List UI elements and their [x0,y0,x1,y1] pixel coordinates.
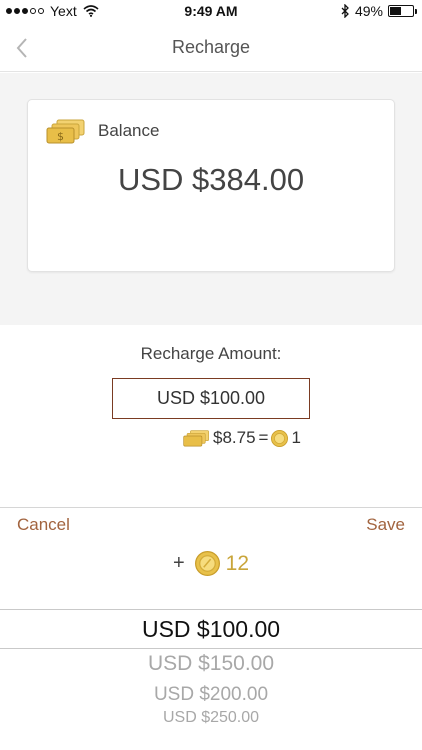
battery-fill [390,7,401,15]
balance-card: $ Balance USD $384.00 [27,99,395,272]
save-button[interactable]: Save [366,515,405,535]
balance-header: $ Balance [46,118,159,144]
picker-toolbar: Cancel Save [0,507,422,541]
recharge-amount-field[interactable]: USD $100.00 [112,378,310,419]
coin-icon [271,429,289,447]
status-right: 49% [341,3,417,19]
cancel-button[interactable]: Cancel [17,515,70,535]
bonus-coins: + 12 [0,551,422,576]
battery-icon [388,5,417,17]
amount-picker[interactable]: USD $100.00 USD $150.00 USD $200.00 USD … [0,609,422,750]
coin-icon [194,551,220,576]
picker-selected-option[interactable]: USD $100.00 [0,609,422,649]
page-title: Recharge [171,37,251,57]
bluetooth-icon [341,4,349,18]
cash-icon: $ [46,119,85,144]
rate-price: $8.75 [213,428,256,447]
picker-option[interactable]: USD $200.00 [0,684,422,706]
battery-percent: 49% [354,3,383,19]
balance-section: $ Balance USD $384.00 [0,73,422,325]
bonus-plus: + [172,552,185,574]
recharge-amount-label: Recharge Amount: [140,344,282,363]
cash-icon [183,430,209,447]
picker-option[interactable]: USD $250.00 [0,709,422,727]
balance-amount: USD $384.00 [117,162,305,197]
exchange-rate: $8.75 = 1 [183,428,301,448]
balance-label: Balance [98,121,160,140]
svg-text:$: $ [57,130,64,143]
rate-equals: = [258,428,269,447]
nav-bar: Recharge [0,24,422,72]
status-bar: Yext 9:49 AM 49% [0,0,422,24]
battery-tip [415,9,417,14]
picker-option[interactable]: USD $150.00 [0,652,422,676]
rate-coins: 1 [291,428,301,447]
bonus-coin-count: 12 [225,551,250,575]
